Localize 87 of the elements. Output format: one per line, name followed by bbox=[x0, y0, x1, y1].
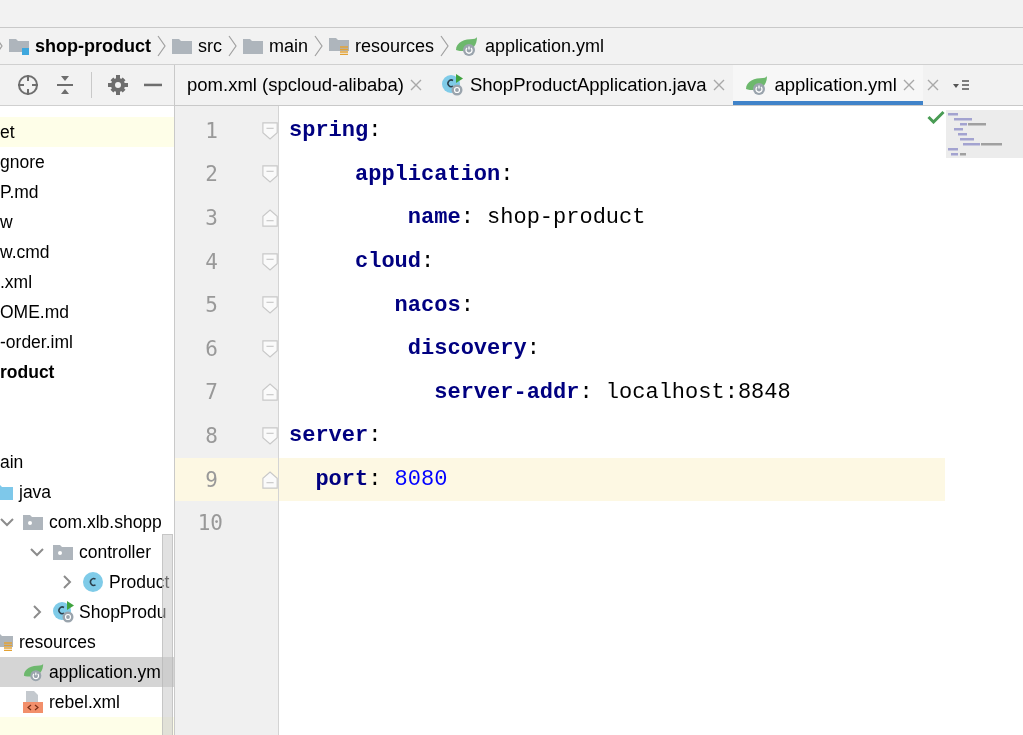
xml-file-icon bbox=[23, 691, 43, 713]
class-icon bbox=[83, 572, 103, 592]
leaf-gear-icon bbox=[744, 75, 769, 95]
line-number: 9 bbox=[204, 467, 218, 492]
checkmark-icon[interactable] bbox=[927, 110, 945, 124]
item-label[interactable]: Product bbox=[109, 571, 170, 593]
editor-tab[interactable]: pom.xml (spcloud-alibaba) bbox=[175, 65, 430, 105]
line-number: 5 bbox=[204, 293, 218, 318]
chevron-down-icon[interactable] bbox=[0, 517, 14, 527]
line-number: 6 bbox=[204, 336, 218, 361]
chevron-down-icon[interactable] bbox=[30, 547, 44, 557]
code-line: discovery: bbox=[406, 336, 540, 362]
chevron-right-icon[interactable] bbox=[32, 605, 42, 619]
breadcrumb-item[interactable]: main bbox=[269, 35, 308, 57]
tab-list-icon[interactable] bbox=[952, 79, 969, 91]
chevron-right-icon bbox=[314, 35, 323, 57]
close-icon[interactable] bbox=[926, 79, 939, 91]
chevron-right-icon[interactable] bbox=[62, 575, 72, 589]
item-label[interactable]: resources bbox=[19, 631, 96, 653]
code-line: spring: bbox=[289, 118, 382, 144]
close-icon[interactable] bbox=[902, 79, 915, 91]
item-label[interactable]: java bbox=[19, 481, 52, 503]
item-label[interactable]: OME.md bbox=[0, 301, 70, 323]
class-run-icon bbox=[53, 601, 75, 623]
fold-icon[interactable] bbox=[261, 295, 278, 316]
folder-icon bbox=[243, 38, 263, 54]
line-number: 3 bbox=[204, 206, 218, 230]
line-number: 2 bbox=[204, 162, 218, 187]
item-label: et bbox=[0, 121, 15, 143]
breadcrumb-item[interactable]: application.yml bbox=[485, 35, 605, 57]
fold-end-icon[interactable] bbox=[261, 469, 278, 490]
item-label[interactable]: w.cmd bbox=[0, 241, 50, 263]
leaf-gear-icon bbox=[455, 36, 480, 56]
crosshair-icon[interactable] bbox=[17, 74, 39, 96]
fold-icon[interactable] bbox=[261, 251, 278, 272]
chevron-right-icon bbox=[440, 35, 450, 57]
line-number: 4 bbox=[204, 249, 218, 274]
chevron-right-icon bbox=[157, 35, 166, 57]
resources-folder-icon bbox=[329, 37, 349, 55]
package-folder-icon bbox=[53, 544, 73, 560]
breadcrumb-item[interactable]: shop-product bbox=[35, 35, 151, 57]
fold-icon[interactable] bbox=[261, 338, 278, 359]
line-number: 10 bbox=[196, 511, 223, 536]
item-label[interactable]: rebel.xml bbox=[49, 691, 120, 713]
item-label[interactable]: w bbox=[0, 211, 13, 233]
editor-tab[interactable]: ShopProductApplication.java bbox=[429, 65, 733, 105]
fold-icon[interactable] bbox=[261, 425, 278, 446]
class-run-icon bbox=[441, 74, 464, 96]
item-label[interactable]: roduct bbox=[0, 361, 55, 383]
item-label[interactable]: gnore bbox=[0, 151, 45, 173]
item-label[interactable]: ShopProdu bbox=[79, 601, 167, 623]
code-line: name: shop-product bbox=[406, 205, 646, 231]
item-label[interactable]: ain bbox=[0, 451, 24, 473]
folder-icon bbox=[172, 38, 192, 54]
module-folder-icon bbox=[9, 37, 29, 55]
package-folder-icon bbox=[23, 514, 43, 530]
item-label[interactable]: -order.iml bbox=[0, 331, 73, 353]
code-line: nacos: bbox=[393, 292, 474, 318]
chevron-right-icon bbox=[228, 35, 237, 57]
close-icon[interactable] bbox=[409, 79, 422, 91]
code-line: port: 8080 bbox=[314, 467, 448, 493]
code-line: server-addr: localhost:8848 bbox=[433, 379, 791, 405]
breadcrumb-item[interactable]: src bbox=[198, 35, 222, 57]
settings-icon[interactable] bbox=[108, 75, 128, 95]
code-line: server: bbox=[289, 423, 382, 449]
close-icon[interactable] bbox=[712, 79, 725, 91]
fold-end-icon[interactable] bbox=[261, 208, 278, 228]
item-label[interactable]: .xml bbox=[0, 271, 33, 293]
code-line: application: bbox=[354, 161, 514, 187]
leaf-gear-icon bbox=[23, 662, 45, 682]
tree-item[interactable]: et bbox=[0, 117, 174, 147]
editor-tab[interactable]: application.yml bbox=[732, 65, 923, 105]
item-label: application.ym bbox=[49, 661, 161, 683]
code-line: cloud: bbox=[354, 249, 435, 275]
breadcrumb-item[interactable]: resources bbox=[355, 35, 435, 57]
fold-icon[interactable] bbox=[261, 164, 278, 185]
fold-end-icon[interactable] bbox=[261, 382, 278, 403]
item-label[interactable]: P.md bbox=[0, 181, 39, 203]
line-number: 7 bbox=[204, 380, 218, 405]
tree-item[interactable]: application.ym bbox=[0, 657, 174, 687]
minimize-icon[interactable] bbox=[144, 83, 162, 87]
line-number: 8 bbox=[204, 423, 218, 448]
item-label[interactable]: controller bbox=[79, 541, 151, 563]
line-number: 1 bbox=[204, 118, 218, 143]
collapse-icon[interactable] bbox=[55, 74, 75, 96]
item-label[interactable]: com.xlb.shopp bbox=[49, 511, 162, 533]
fold-icon[interactable] bbox=[261, 120, 278, 141]
